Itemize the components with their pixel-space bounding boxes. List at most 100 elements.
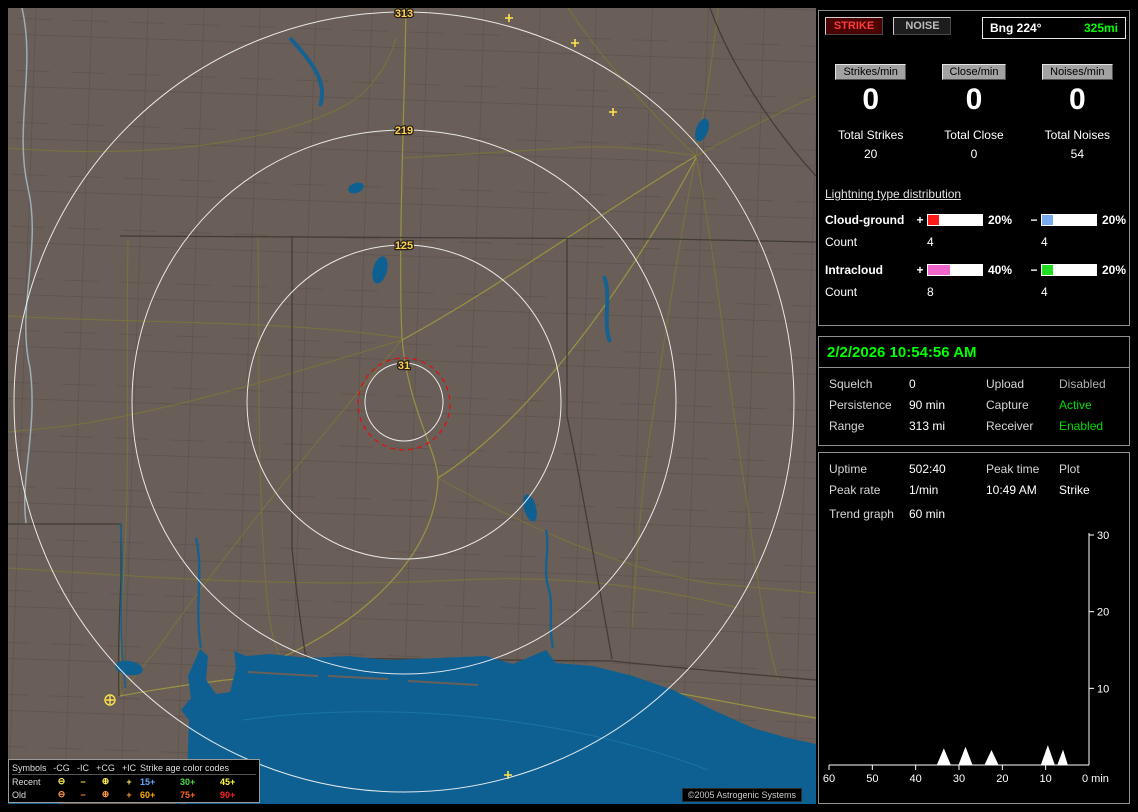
cg-negative-pct: 20% [1102, 213, 1127, 227]
strikes-counter: Strikes/min 0 Total Strikes 20 [819, 62, 922, 161]
distribution-title: Lightning type distribution [825, 187, 962, 201]
capture-value: Active [1059, 398, 1092, 412]
receiver-label: Receiver [986, 419, 1034, 433]
strike-marker [104, 694, 116, 706]
uptime-value: 502:40 [909, 462, 946, 476]
upload-label: Upload [986, 377, 1025, 391]
bearing-readout: Bng 224° 325mi [982, 17, 1126, 39]
noises-counter: Noises/min 0 Total Noises 54 [1026, 62, 1129, 161]
count-label: Count [825, 285, 858, 299]
plot-value: Strike [1059, 483, 1090, 497]
svg-text:30: 30 [1097, 530, 1109, 542]
app-window: { "header": { "strike_button": "STRIKE",… [0, 0, 1138, 812]
range-label: Range [829, 419, 865, 433]
total-strikes-value: 20 [863, 147, 878, 161]
legend-header-row: Symbols -CG -IC +CG +IC Strike age color… [12, 761, 256, 775]
total-noises-value: 54 [1070, 147, 1084, 161]
mode-button-row: STRIKE NOISE Bng 224° 325mi [819, 16, 1129, 46]
strikes-per-min-button[interactable]: Strikes/min [835, 64, 906, 80]
receiver-value: Enabled [1059, 419, 1104, 433]
peak-time-value: 10:49 AM [986, 483, 1037, 497]
ring-label-313: 313 [395, 8, 413, 20]
svg-text:40: 40 [910, 773, 922, 785]
symbol-legend: Symbols -CG -IC +CG +IC Strike age color… [8, 759, 260, 803]
circle-minus-icon: ⊖ [57, 776, 66, 786]
rate-counters: Strikes/min 0 Total Strikes 20 Close/min… [819, 62, 1129, 161]
cloud-ground-row: Cloud-ground + 20% − 20% [819, 209, 1129, 231]
ring-label-125: 125 [395, 240, 413, 252]
circle-plus-icon: ⊕ [101, 776, 110, 786]
positive-sign: + [916, 263, 924, 277]
svg-text:20: 20 [996, 773, 1008, 785]
total-close-label: Total Close [944, 128, 1004, 142]
svg-text:50: 50 [866, 773, 878, 785]
trend-panel: Uptime 502:40 Peak time Plot Peak rate 1… [818, 452, 1130, 804]
age-code-90: 90+ [220, 789, 236, 800]
noises-per-min-button[interactable]: Noises/min [1042, 64, 1113, 80]
map[interactable]: 313 219 125 31 Symbols -CG -IC +CG +IC S… [8, 8, 816, 804]
stats-panel: STRIKE NOISE Bng 224° 325mi Strikes/min … [818, 10, 1130, 326]
map-canvas: 313 219 125 31 [8, 8, 816, 804]
close-per-min-button[interactable]: Close/min [941, 64, 1007, 80]
plus-icon: + [126, 789, 132, 800]
trend-graph-label: Trend graph [829, 507, 894, 521]
circle-minus-icon: ⊖ [57, 789, 66, 799]
strikes-per-min-value: 0 [862, 83, 879, 116]
legend-symbols-label: Symbols [12, 762, 47, 773]
cg-positive-bar [927, 214, 983, 226]
svg-text:20: 20 [1097, 607, 1109, 619]
status-panel: 2/2/2026 10:54:56 AM Squelch 0 Upload Di… [818, 336, 1130, 446]
copyright-credit: ©2005 Astrogenic Systems [681, 788, 802, 802]
legend-recent-label: Recent [12, 776, 41, 787]
svg-text:60: 60 [823, 773, 835, 785]
plus-icon: + [126, 776, 132, 787]
svg-text:30: 30 [953, 773, 965, 785]
persistence-value: 90 min [909, 398, 946, 412]
strike-button[interactable]: STRIKE [825, 17, 883, 35]
legend-old-label: Old [12, 789, 27, 800]
trend-info-grid: Uptime 502:40 Peak time Plot Peak rate 1… [819, 462, 1129, 497]
total-close-value: 0 [970, 147, 978, 161]
status-grid: Squelch 0 Upload Disabled Persistence 90… [819, 377, 1129, 433]
ring-label-31: 31 [398, 360, 410, 372]
trend-graph: 10 20 30 60 50 40 30 20 10 0 min [823, 530, 1109, 785]
ring-label-219: 219 [395, 125, 413, 137]
datetime-display: 2/2/2026 10:54:56 AM [819, 337, 1129, 368]
age-code-15: 15+ [140, 776, 156, 787]
capture-label: Capture [986, 398, 1029, 412]
legend-old-row: Old ⊖ − ⊕ + 60+ 75+ 90+ [12, 788, 256, 801]
cg-positive-pct: 20% [988, 213, 1013, 227]
peak-rate-value: 1/min [909, 483, 939, 497]
svg-text:10: 10 [1097, 683, 1109, 695]
legend-col-neg-cg: -CG [53, 762, 70, 773]
legend-col-pos-cg: +CG [96, 762, 115, 773]
peak-rate-label: Peak rate [829, 483, 881, 497]
age-code-30: 30+ [180, 776, 196, 787]
noise-button[interactable]: NOISE [893, 17, 952, 35]
positive-sign: + [916, 213, 924, 227]
circle-plus-icon: ⊕ [101, 789, 110, 799]
total-strikes-label: Total Strikes [837, 128, 904, 142]
ic-positive-pct: 40% [988, 263, 1013, 277]
minus-icon: − [80, 789, 86, 800]
legend-recent-row: Recent ⊖ − ⊕ + 15+ 30+ 45+ [12, 775, 256, 788]
peak-time-label: Peak time [986, 462, 1040, 476]
cg-negative-bar [1041, 214, 1097, 226]
ic-positive-count: 8 [927, 285, 934, 299]
cloud-ground-count-row: Count 4 4 [819, 231, 1129, 253]
legend-col-pos-ic: +IC [121, 762, 137, 773]
negative-sign: − [1030, 213, 1038, 227]
ic-positive-bar [927, 264, 983, 276]
cg-negative-count: 4 [1041, 235, 1048, 249]
negative-sign: − [1030, 263, 1038, 277]
close-per-min-value: 0 [965, 83, 983, 116]
uptime-label: Uptime [829, 462, 868, 476]
intracloud-row: Intracloud + 40% − 20% [819, 259, 1129, 281]
squelch-value: 0 [909, 377, 916, 391]
intracloud-count-row: Count 8 4 [819, 281, 1129, 303]
age-code-45: 45+ [220, 776, 236, 787]
svg-text:0 min: 0 min [1082, 773, 1109, 785]
legend-col-neg-ic: -IC [77, 762, 89, 773]
legend-age-title: Strike age color codes [140, 762, 230, 773]
close-counter: Close/min 0 Total Close 0 [922, 62, 1025, 161]
